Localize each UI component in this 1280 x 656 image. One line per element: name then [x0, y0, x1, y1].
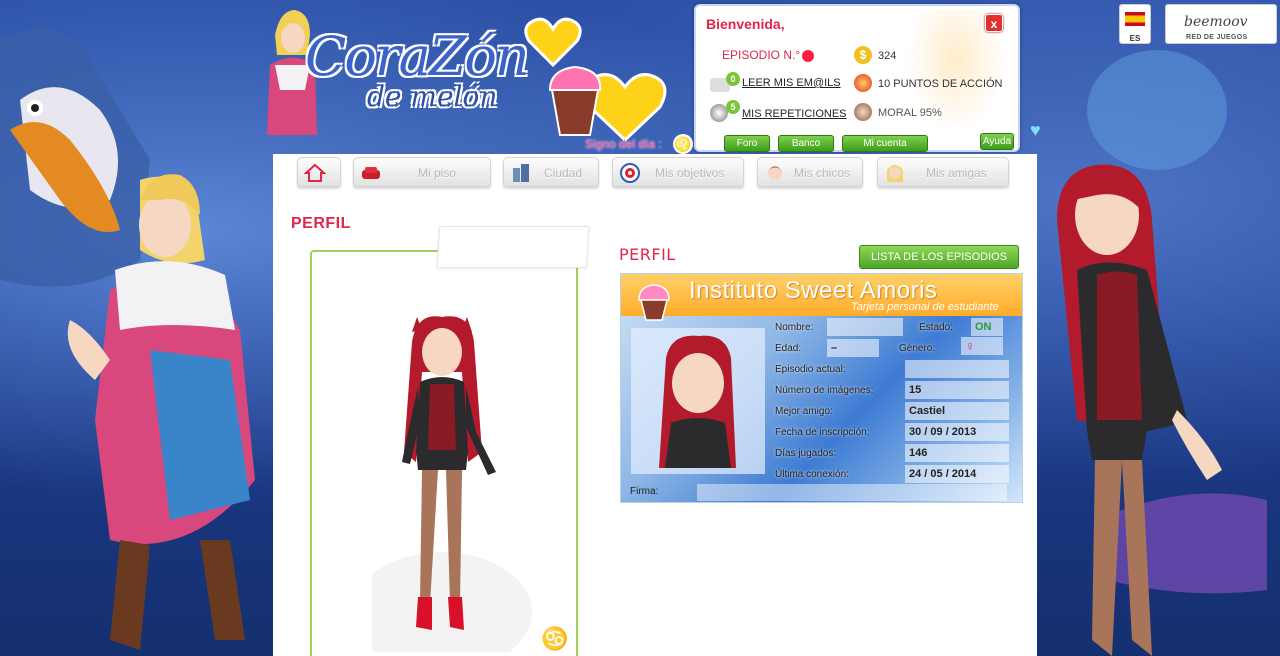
- value-nombre: [827, 318, 903, 336]
- read-mails-link[interactable]: LEER MIS EM@ILS: [742, 77, 841, 89]
- left-character-artwork: [0, 28, 255, 650]
- nav-label: Ciudad: [544, 166, 583, 180]
- spain-flag-icon: [1125, 12, 1145, 26]
- logo-subtitle: de melón: [367, 80, 498, 113]
- value-estado: ON: [971, 318, 1003, 336]
- label-genero: Género:: [899, 343, 936, 354]
- language-selector[interactable]: ES: [1119, 4, 1151, 44]
- label-inscripcion: Fecha de inscripción:: [775, 427, 870, 438]
- episode-dot-icon: [802, 49, 815, 62]
- action-points: 10 PUNTOS DE ACCIÓN: [878, 78, 1003, 90]
- my-account-button[interactable]: Mi cuenta: [842, 135, 928, 152]
- episodes-list-button[interactable]: Lista de los episodios: [859, 245, 1019, 269]
- replays-link[interactable]: MIS REPETICIONES: [742, 108, 847, 120]
- bank-button[interactable]: Banco: [778, 135, 834, 152]
- label-edad: Edad:: [775, 343, 802, 354]
- replays-text[interactable]: MIS REPETICIONES: [742, 108, 847, 120]
- home-icon: [304, 163, 326, 182]
- mail-count-badge: 0: [726, 72, 740, 86]
- cancer-zodiac-icon: ♋: [541, 626, 569, 651]
- value-imagenes: 15: [905, 381, 1009, 399]
- sofa-icon: [362, 167, 380, 179]
- cupcake-icon: [638, 284, 670, 321]
- read-mails-text[interactable]: LEER MIS EM@ILS: [742, 77, 841, 89]
- avatar-frame: [310, 250, 578, 656]
- right-character-artwork: [1057, 50, 1267, 656]
- fire-icon: [854, 74, 872, 92]
- label-firma: Firma:: [630, 486, 659, 497]
- leo-zodiac-icon[interactable]: ♌: [673, 134, 693, 154]
- card-subtitle: Tarjeta personal de estudiante: [851, 301, 999, 313]
- nav-label: Mis objetivos: [655, 166, 725, 180]
- morale-icon: [854, 103, 872, 121]
- main-nav: Mi piso Ciudad Mis objetivos Mis chicos …: [297, 157, 1009, 187]
- frame-tab: [436, 226, 590, 268]
- card-header: Instituto Sweet Amoris Tarjeta personal …: [621, 274, 1022, 321]
- forum-button[interactable]: Foro: [724, 135, 770, 152]
- label-conexion: Última conexión:: [775, 469, 849, 480]
- nav-mis-objetivos[interactable]: Mis objetivos: [612, 157, 744, 187]
- blue-heart-icon: ♥: [1030, 120, 1041, 140]
- logo-title: CoraZón: [305, 25, 530, 88]
- signature-field: [697, 484, 1007, 501]
- student-photo-avatar: [659, 335, 736, 468]
- female-gender-icon: ♀: [961, 337, 1003, 355]
- coin-icon: $: [854, 46, 872, 64]
- nav-mi-piso[interactable]: Mi piso: [353, 157, 491, 187]
- network-logo[interactable]: beemoov RED DE JUEGOS: [1165, 4, 1277, 44]
- value-conexion: 24 / 05 / 2014: [905, 465, 1009, 483]
- value-mejor: Castiel: [905, 402, 1009, 420]
- language-code: ES: [1129, 34, 1141, 43]
- nav-label: Mis chicos: [794, 166, 851, 180]
- nav-ciudad[interactable]: Ciudad: [503, 157, 599, 187]
- player-avatar: [372, 316, 532, 652]
- cupcake-heart-icon: [548, 65, 667, 143]
- morale-value: MORAL 95%: [878, 107, 942, 119]
- replay-count-badge: 5: [726, 100, 740, 114]
- page-title: PERFIL: [291, 215, 351, 232]
- target-icon: [620, 163, 640, 183]
- episode-text: EPISODIO N.°: [722, 48, 801, 62]
- episode-label: EPISODIO N.°: [722, 48, 815, 62]
- label-episodio: Episodio actual:: [775, 364, 846, 375]
- nav-label: Mis amigas: [926, 166, 987, 180]
- boy-icon: [768, 166, 782, 180]
- label-mejor: Mejor amigo:: [775, 406, 833, 417]
- label-estado: Estado:: [919, 322, 953, 333]
- label-nombre: Nombre:: [775, 322, 814, 333]
- label-dias: Días jugados:: [775, 448, 837, 459]
- user-panel: Bienvenida, x EPISODIO N.° $ 324 0 LEER …: [694, 4, 1020, 152]
- girl-icon: [887, 165, 903, 182]
- value-inscripcion: 30 / 09 / 2013: [905, 423, 1009, 441]
- help-button[interactable]: Ayuda: [980, 133, 1014, 150]
- network-subtitle: RED DE JUEGOS: [1186, 34, 1248, 41]
- profile-section-title: PERFIL: [619, 245, 676, 264]
- value-episodio: [905, 360, 1009, 378]
- close-button[interactable]: x: [985, 14, 1003, 32]
- city-icon: [513, 164, 529, 182]
- student-photo: [631, 328, 765, 474]
- nav-home[interactable]: [297, 157, 341, 187]
- value-dias: 146: [905, 444, 1009, 462]
- nav-mis-amigas[interactable]: Mis amigas: [877, 157, 1009, 187]
- welcome-text: Bienvenida,: [706, 16, 785, 32]
- coins-value: 324: [878, 50, 897, 62]
- nav-label: Mi piso: [418, 166, 457, 180]
- site-logo[interactable]: CoraZón de melón Signo del día : ♌: [255, 5, 693, 155]
- nav-mis-chicos[interactable]: Mis chicos: [757, 157, 863, 187]
- sign-of-day-label: Signo del día :: [585, 137, 662, 151]
- label-imagenes: Número de imágenes:: [775, 385, 874, 396]
- student-card: Instituto Sweet Amoris Tarjeta personal …: [620, 273, 1023, 503]
- value-edad: –: [827, 339, 879, 357]
- network-logo-text: beemoov: [1184, 14, 1248, 30]
